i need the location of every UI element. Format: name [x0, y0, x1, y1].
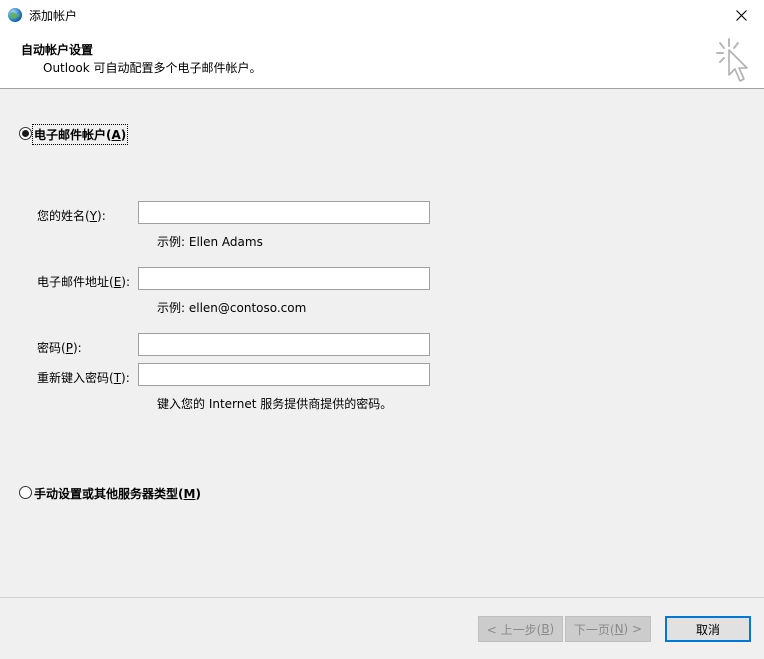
- outlook-globe-icon: [8, 8, 22, 22]
- cancel-button[interactable]: 取消: [665, 616, 751, 642]
- manual-setup-label[interactable]: 手动设置或其他服务器类型(M): [34, 485, 201, 502]
- close-button[interactable]: [718, 0, 764, 30]
- manual-setup-radio[interactable]: [19, 486, 32, 499]
- password-confirm-label: 重新键入密码(T):: [37, 371, 130, 385]
- footer-divider: [0, 597, 764, 598]
- password-label: 密码(P):: [37, 341, 82, 355]
- email-label: 电子邮件地址(E):: [37, 275, 131, 289]
- title-bar: 添加帐户: [0, 0, 764, 30]
- email-account-radio[interactable]: [19, 127, 32, 140]
- name-input[interactable]: [138, 201, 430, 224]
- wizard-header: 自动帐户设置 Outlook 可自动配置多个电子邮件帐户。: [0, 30, 764, 89]
- window-title: 添加帐户: [29, 9, 78, 23]
- name-label: 您的姓名(Y):: [37, 209, 106, 223]
- close-icon: [735, 9, 747, 21]
- email-input[interactable]: [138, 267, 430, 290]
- password-input[interactable]: [138, 333, 430, 356]
- next-button[interactable]: 下一页(N) >: [565, 616, 651, 642]
- back-button[interactable]: < 上一步(B): [478, 616, 563, 642]
- password-confirm-input[interactable]: [138, 363, 430, 386]
- cursor-sparkle-icon: [716, 38, 748, 82]
- name-hint: 示例: Ellen Adams: [157, 235, 263, 249]
- page-subtitle: Outlook 可自动配置多个电子邮件帐户。: [43, 61, 262, 75]
- password-hint: 键入您的 Internet 服务提供商提供的密码。: [157, 397, 393, 411]
- page-title: 自动帐户设置: [21, 43, 94, 57]
- email-account-label[interactable]: 电子邮件帐户(A): [31, 124, 129, 145]
- email-hint: 示例: ellen@contoso.com: [157, 301, 307, 315]
